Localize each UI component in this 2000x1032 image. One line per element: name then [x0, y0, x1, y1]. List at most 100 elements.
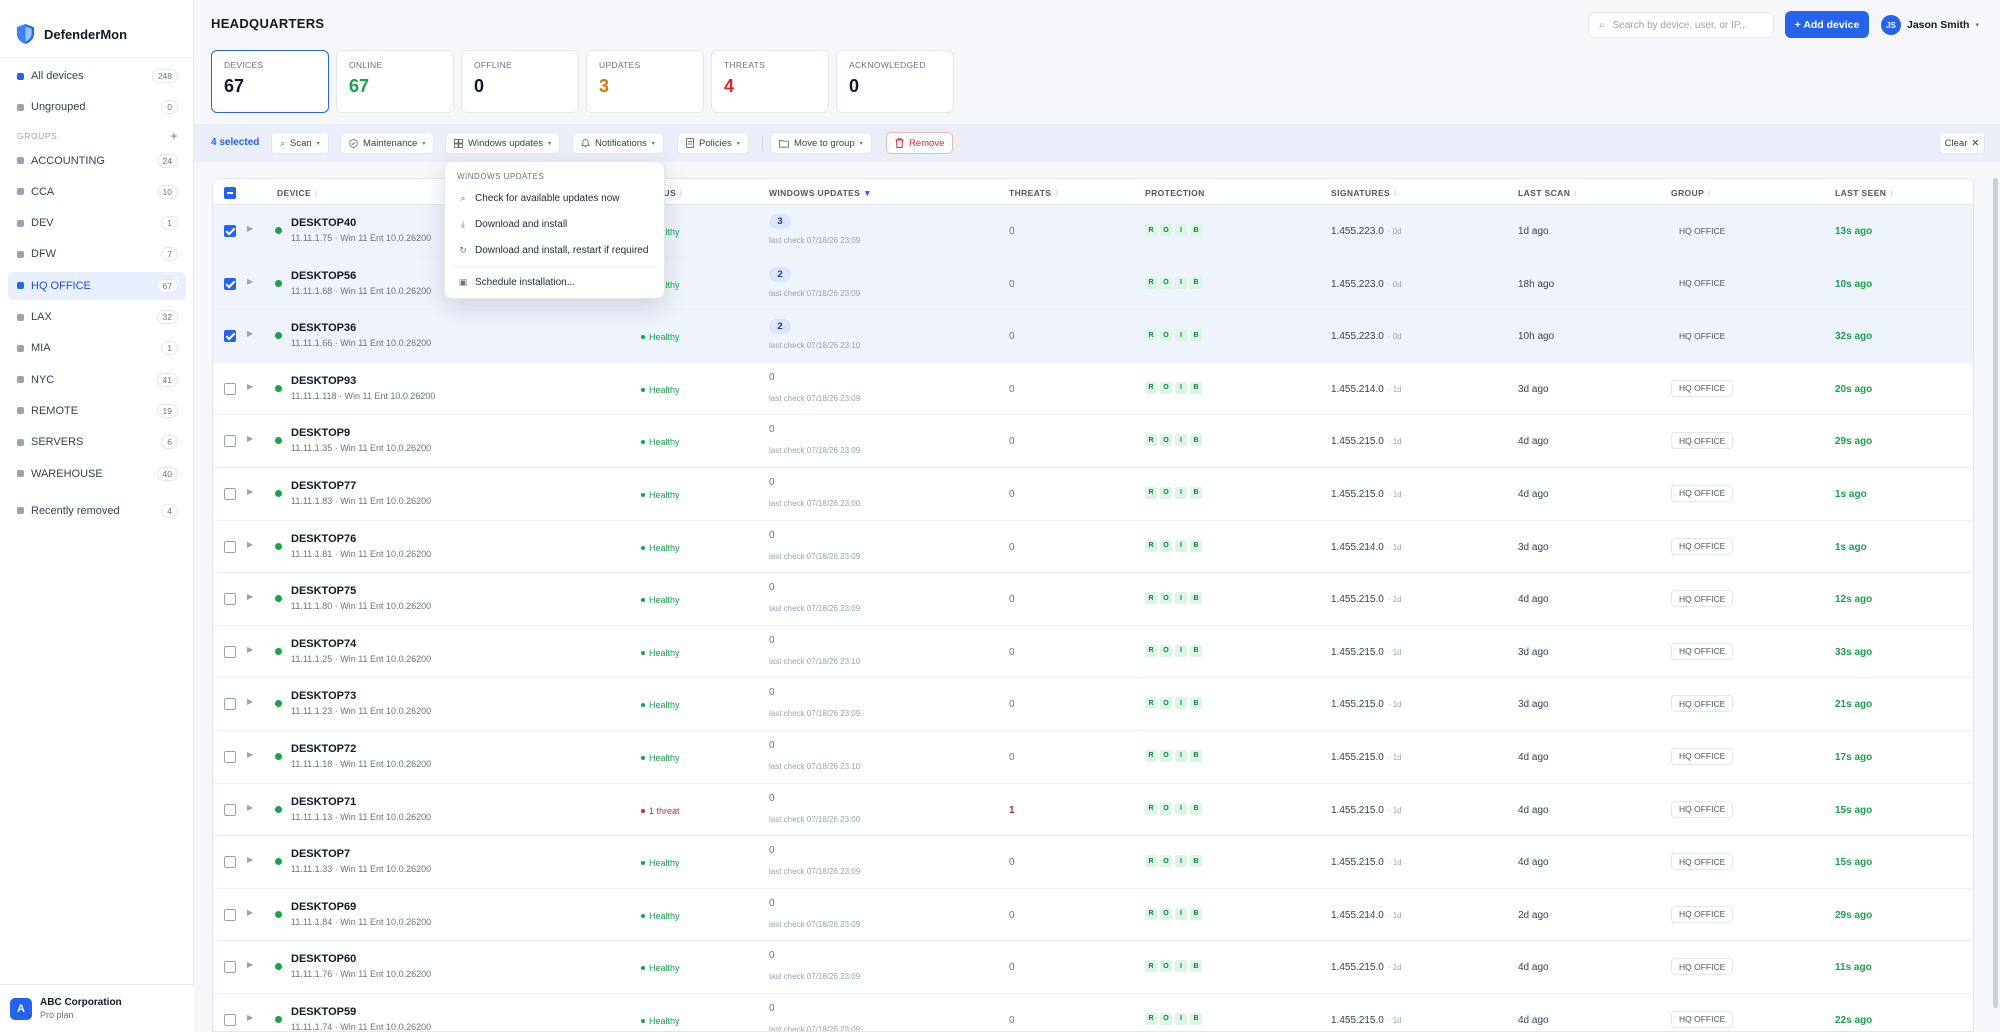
- stat-card-online[interactable]: ONLINE 67: [336, 50, 454, 113]
- expand-row-icon[interactable]: ▶: [247, 803, 253, 812]
- clear-selection-button[interactable]: Clear ✕: [1939, 132, 1985, 154]
- user-menu[interactable]: JS Jason Smith ▾: [1881, 12, 1979, 38]
- expand-row-icon[interactable]: ▶: [247, 592, 253, 601]
- table-row[interactable]: ▶ DESKTOP74 11.11.1.25 · Win 11 Ent 10.0.2…: [213, 625, 1973, 679]
- table-row[interactable]: ▶ DESKTOP77 11.11.1.83 · Win 11 Ent 10.0.2…: [213, 467, 1973, 521]
- stat-card-threats[interactable]: THREATS 4: [711, 50, 829, 113]
- column-last-scan[interactable]: LAST SCAN ↕: [1518, 188, 1578, 198]
- expand-row-icon[interactable]: ▶: [247, 277, 253, 286]
- sidebar-item-ungrouped[interactable]: Ungrouped 0: [8, 93, 186, 121]
- notifications-button[interactable]: Notifications ▾: [572, 132, 664, 154]
- device-name[interactable]: DESKTOP72: [291, 743, 356, 755]
- expand-row-icon[interactable]: ▶: [247, 697, 253, 706]
- menu-item-download-install[interactable]: ⤓ Download and install: [449, 213, 661, 235]
- column-device[interactable]: DEVICE ↕: [277, 188, 318, 198]
- scan-button[interactable]: ⌕ Scan ▾: [271, 132, 329, 154]
- expand-row-icon[interactable]: ▶: [247, 487, 253, 496]
- table-row[interactable]: ▶ DESKTOP59 11.11.1.74 · Win 11 Ent 10.0.2…: [213, 993, 1973, 1031]
- expand-row-icon[interactable]: ▶: [247, 382, 253, 391]
- row-checkbox[interactable]: [224, 225, 236, 237]
- device-name[interactable]: DESKTOP75: [291, 585, 356, 597]
- maintenance-button[interactable]: Maintenance ▾: [340, 132, 435, 154]
- expand-row-icon[interactable]: ▶: [247, 224, 253, 233]
- table-row[interactable]: ▶ DESKTOP71 11.11.1.13 · Win 11 Ent 10.0.2…: [213, 783, 1973, 837]
- menu-item-schedule-installation[interactable]: ▣ Schedule installation...: [449, 271, 661, 293]
- sidebar-item-accounting[interactable]: ACCOUNTING 24: [8, 147, 186, 175]
- row-checkbox[interactable]: [224, 645, 236, 658]
- device-name[interactable]: DESKTOP59: [291, 1006, 356, 1018]
- sidebar-item-remote[interactable]: REMOTE 19: [8, 397, 186, 425]
- sidebar-item-dfw[interactable]: DFW 7: [8, 240, 186, 268]
- row-checkbox[interactable]: [224, 908, 236, 921]
- row-checkbox[interactable]: [224, 698, 236, 711]
- stat-card-devices[interactable]: DEVICES 67: [211, 50, 329, 113]
- search-input[interactable]: [1612, 19, 1753, 31]
- sidebar-item-all-devices[interactable]: All devices 248: [8, 62, 186, 90]
- device-name[interactable]: DESKTOP9: [291, 427, 350, 439]
- device-name[interactable]: DESKTOP60: [291, 953, 356, 965]
- windows-updates-button[interactable]: Windows updates ▾: [445, 132, 560, 154]
- sidebar-item-lax[interactable]: LAX 32: [8, 303, 186, 331]
- device-name[interactable]: DESKTOP76: [291, 533, 356, 545]
- row-checkbox[interactable]: [224, 750, 236, 763]
- column-last-seen[interactable]: LAST SEEN ↕: [1835, 188, 1894, 198]
- row-checkbox[interactable]: [224, 330, 236, 343]
- row-checkbox[interactable]: [224, 803, 236, 816]
- scrollbar[interactable]: [1993, 178, 1998, 1032]
- menu-item-check-updates[interactable]: ⌕ Check for available updates now: [449, 187, 661, 209]
- expand-row-icon[interactable]: ▶: [247, 750, 253, 759]
- stat-card-updates[interactable]: UPDATES 3: [586, 50, 704, 113]
- table-row[interactable]: ▶ DESKTOP60 11.11.1.76 · Win 11 Ent 10.0.2…: [213, 941, 1973, 994]
- menu-item-download-install-restart[interactable]: ↻ Download and install, restart if requi…: [449, 239, 661, 261]
- sidebar-item-warehouse[interactable]: WAREHOUSE 40: [8, 460, 186, 488]
- stat-card-acknowledged[interactable]: ACKNOWLEDGED 0: [836, 50, 954, 113]
- expand-row-icon[interactable]: ▶: [247, 540, 253, 549]
- row-checkbox[interactable]: [224, 1013, 236, 1026]
- add-group-button[interactable]: +: [170, 129, 178, 143]
- column-group[interactable]: GROUP ↕: [1671, 188, 1711, 198]
- table-row[interactable]: ▶ DESKTOP73 11.11.1.23 · Win 11 Ent 10.0.2…: [213, 678, 1973, 731]
- table-row[interactable]: ▶ DESKTOP7 11.11.1.33 · Win 11 Ent 10.0.26…: [213, 836, 1973, 889]
- device-name[interactable]: DESKTOP77: [291, 480, 356, 492]
- expand-row-icon[interactable]: ▶: [247, 434, 253, 443]
- expand-row-icon[interactable]: ▶: [247, 329, 253, 338]
- device-name[interactable]: DESKTOP69: [291, 901, 356, 913]
- table-row[interactable]: ▶ DESKTOP93 11.11.1.118 · Win 11 Ent 10.0.…: [213, 362, 1973, 416]
- table-row[interactable]: ▶ DESKTOP36 11.11.1.66 · Win 11 Ent 10.0.2…: [213, 310, 1973, 363]
- table-row[interactable]: ▶ DESKTOP9 11.11.1.35 · Win 11 Ent 10.0.26…: [213, 415, 1973, 468]
- expand-row-icon[interactable]: ▶: [247, 908, 253, 917]
- table-row[interactable]: ▶ DESKTOP72 11.11.1.18 · Win 11 Ent 10.0.2…: [213, 730, 1973, 784]
- expand-row-icon[interactable]: ▶: [247, 855, 253, 864]
- org-switcher[interactable]: A ABC Corporation Pro plan: [0, 984, 194, 1032]
- table-row[interactable]: ▶ DESKTOP69 11.11.1.84 · Win 11 Ent 10.0.2…: [213, 888, 1973, 942]
- remove-button[interactable]: Remove: [886, 132, 954, 154]
- expand-row-icon[interactable]: ▶: [247, 960, 253, 969]
- select-all-checkbox[interactable]: [224, 187, 236, 199]
- sidebar-item-hq-office[interactable]: HQ OFFICE 67: [8, 271, 186, 300]
- row-checkbox[interactable]: [224, 961, 236, 974]
- scrollbar-thumb[interactable]: [1993, 178, 1998, 1008]
- table-row[interactable]: ▶ DESKTOP76 11.11.1.81 · Win 11 Ent 10.0.2…: [213, 520, 1973, 574]
- device-name[interactable]: DESKTOP7: [291, 848, 350, 860]
- expand-row-icon[interactable]: ▶: [247, 1013, 253, 1022]
- sidebar-item-cca[interactable]: CCA 10: [8, 178, 186, 206]
- sidebar-item-mia[interactable]: MIA 1: [8, 334, 186, 362]
- row-checkbox[interactable]: [224, 277, 236, 290]
- move-to-group-button[interactable]: Move to group ▾: [770, 132, 872, 154]
- device-name[interactable]: DESKTOP93: [291, 375, 356, 387]
- stat-card-offline[interactable]: OFFLINE 0: [461, 50, 579, 113]
- column-signatures[interactable]: SIGNATURES ↕: [1331, 188, 1398, 198]
- expand-row-icon[interactable]: ▶: [247, 645, 253, 654]
- device-name[interactable]: DESKTOP56: [291, 270, 356, 282]
- column-threats[interactable]: THREATS ↕: [1009, 188, 1059, 198]
- column-windows-updates[interactable]: WINDOWS UPDATES ▼: [769, 188, 872, 198]
- row-checkbox[interactable]: [224, 435, 236, 448]
- add-device-button[interactable]: + Add device: [1785, 11, 1869, 38]
- row-checkbox[interactable]: [224, 856, 236, 869]
- row-checkbox[interactable]: [224, 593, 236, 606]
- sidebar-item-nyc[interactable]: NYC 41: [8, 366, 186, 394]
- device-name[interactable]: DESKTOP40: [291, 217, 356, 229]
- row-checkbox[interactable]: [224, 540, 236, 553]
- row-checkbox[interactable]: [224, 487, 236, 500]
- sidebar-item-servers[interactable]: SERVERS 6: [8, 428, 186, 456]
